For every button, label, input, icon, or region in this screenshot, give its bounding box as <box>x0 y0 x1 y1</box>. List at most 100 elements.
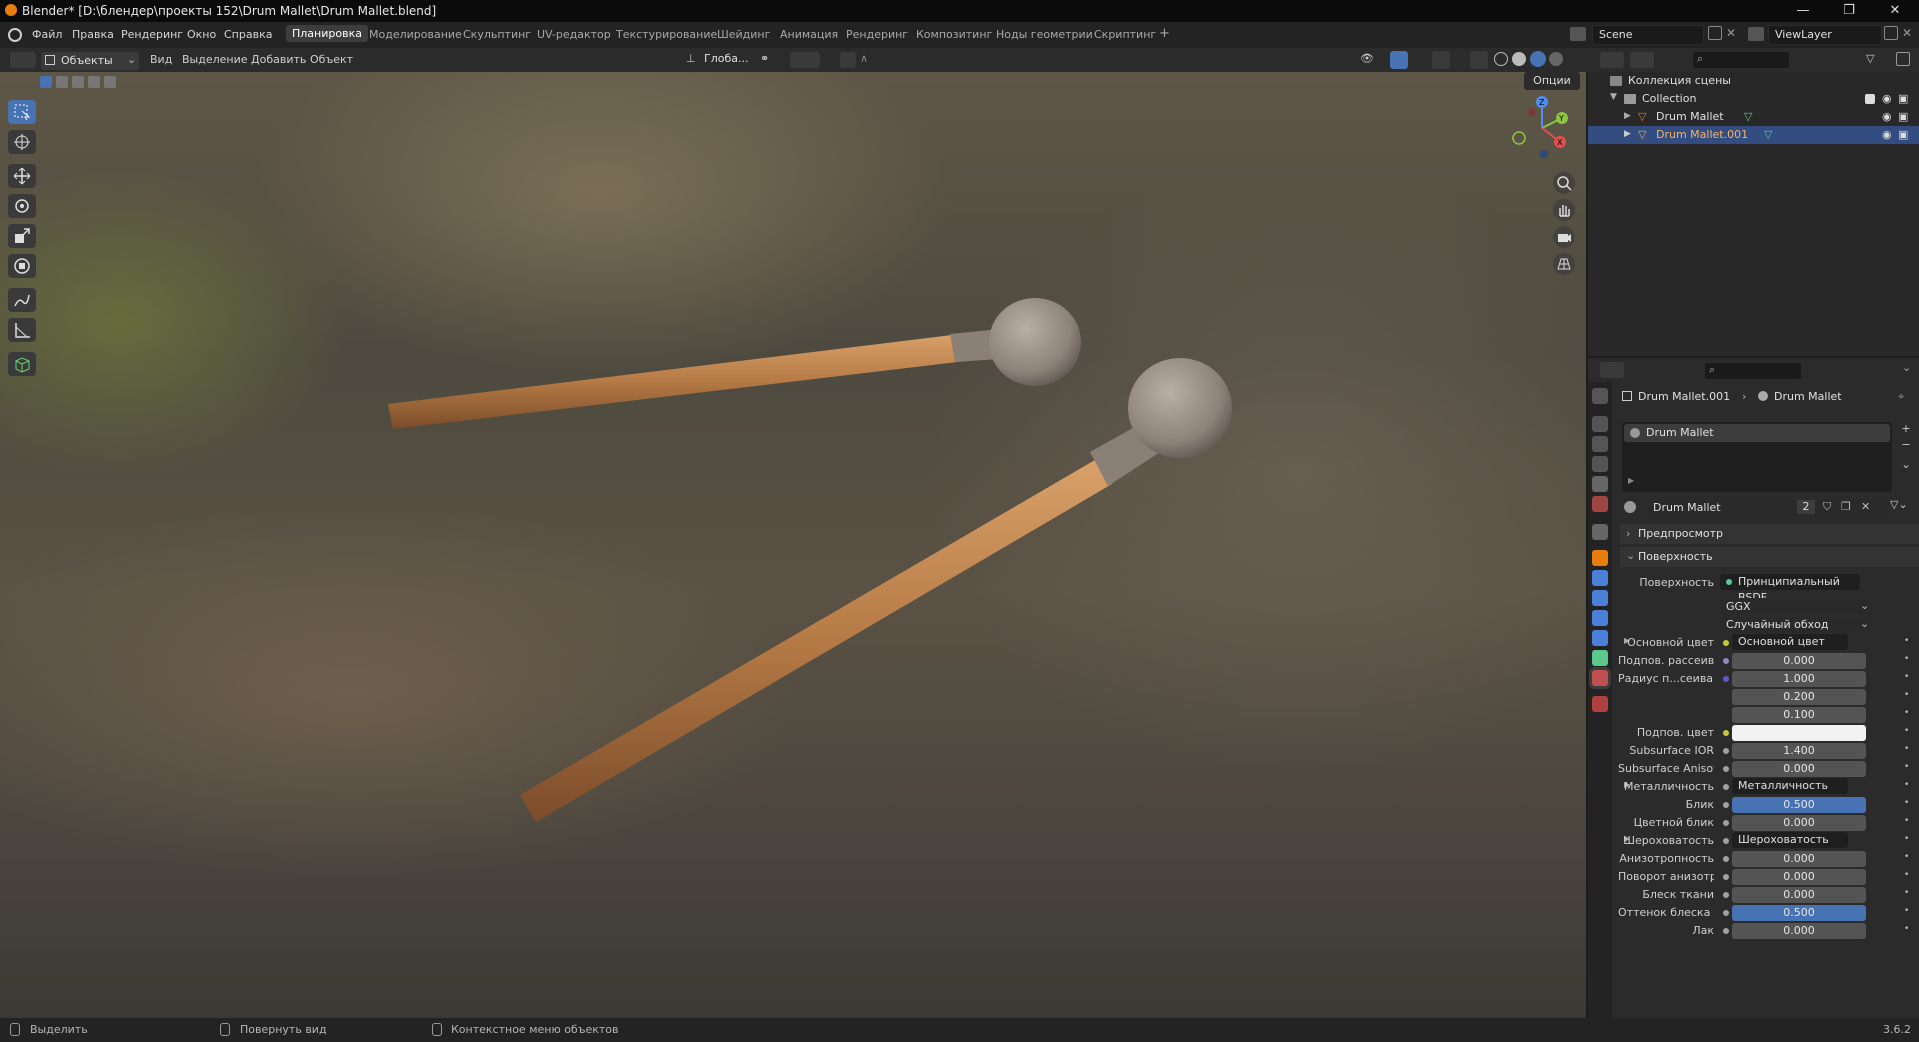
subsurface-method-dropdown[interactable]: Случайный обход ⌄ <box>1719 616 1873 634</box>
tab-layout[interactable]: Планировка <box>286 25 368 42</box>
expand-arrow-icon[interactable]: ▶ <box>1628 476 1634 485</box>
close-button[interactable]: ✕ <box>1872 0 1918 22</box>
user-count[interactable]: 2 <box>1797 500 1815 514</box>
mallet-1[interactable] <box>388 298 1081 429</box>
keyframe-icon[interactable]: • <box>1904 924 1909 934</box>
pivot-point-icon[interactable]: ⚭ <box>760 52 782 68</box>
socket-icon[interactable] <box>1723 730 1729 736</box>
chevron-down-icon[interactable]: ⌄ <box>1902 361 1911 374</box>
snap-toggle[interactable] <box>790 52 820 68</box>
eye-icon[interactable]: ◉ <box>1882 110 1892 123</box>
unlink-material-icon[interactable]: ✕ <box>1861 500 1870 513</box>
socket-icon[interactable] <box>1723 784 1729 790</box>
material-tab-icon[interactable] <box>1592 670 1608 686</box>
numeric-field[interactable]: 1.000 <box>1732 671 1866 687</box>
socket-icon[interactable] <box>1723 802 1729 808</box>
gizmo-toggle[interactable] <box>1390 51 1408 69</box>
expand-arrow-icon[interactable]: ▼ <box>1610 92 1617 102</box>
link-mode-icon[interactable]: ▽⌄ <box>1890 498 1914 516</box>
socket-icon[interactable] <box>1723 676 1729 682</box>
outliner-row-object[interactable]: ▶ ▽ Drum Mallet ▽ ◉ ▣ <box>1588 108 1919 126</box>
camera-icon[interactable]: ▣ <box>1898 128 1908 141</box>
collection-tab-icon[interactable] <box>1592 524 1608 540</box>
socket-icon[interactable] <box>1723 892 1729 898</box>
minimize-button[interactable]: — <box>1780 0 1826 22</box>
solid-shading-icon[interactable] <box>1512 52 1526 66</box>
socket-icon[interactable] <box>1723 838 1729 844</box>
tab-shading[interactable]: Шейдинг <box>717 28 770 41</box>
delete-scene-icon[interactable]: ✕ <box>1726 26 1740 40</box>
numeric-field[interactable]: 0.000 <box>1732 887 1866 903</box>
pan-hand-icon[interactable] <box>1553 199 1575 221</box>
tab-compositing[interactable]: Композитинг <box>916 28 992 41</box>
numeric-field[interactable]: 0.000 <box>1732 815 1866 831</box>
filter-icon[interactable]: ▽ <box>1866 52 1890 68</box>
numeric-field[interactable]: 0.000 <box>1732 869 1866 885</box>
socket-icon[interactable] <box>1723 658 1729 664</box>
keyframe-icon[interactable]: • <box>1904 726 1909 736</box>
tab-geometry-nodes[interactable]: Ноды геометрии <box>996 28 1093 41</box>
socket-icon[interactable] <box>1723 766 1729 772</box>
tab-animation[interactable]: Анимация <box>780 28 838 41</box>
outliner-row-scene-collection[interactable]: Коллекция сцены <box>1588 72 1919 90</box>
socket-icon[interactable] <box>1723 928 1729 934</box>
eye-icon[interactable]: ◉ <box>1882 92 1892 105</box>
numeric-field[interactable]: 0.000 <box>1732 761 1866 777</box>
mesh-data-icon[interactable]: ▽ <box>1744 110 1752 123</box>
wireframe-shading-icon[interactable] <box>1494 52 1508 66</box>
material-name-field[interactable]: Drum Mallet 2 ⛉ ❐ ✕ <box>1646 498 1886 518</box>
numeric-field[interactable]: 0.000 <box>1732 923 1866 939</box>
color-swatch[interactable] <box>1732 725 1866 741</box>
proportional-editing-icon[interactable] <box>840 52 856 68</box>
menu-help[interactable]: Справка <box>224 28 272 41</box>
scene-selector[interactable]: Scene <box>1592 25 1704 45</box>
numeric-field[interactable]: 0.500 <box>1732 797 1866 813</box>
3d-viewport[interactable]: Опции Y X Z <box>0 72 1586 1018</box>
socket-icon[interactable] <box>1723 910 1729 916</box>
linked-node-field[interactable]: Металличность <box>1732 778 1848 794</box>
transform-orientation[interactable]: ⊥ Глоба... <box>686 52 748 68</box>
data-tab-icon[interactable] <box>1592 650 1608 666</box>
render-tab-icon[interactable] <box>1592 416 1608 432</box>
keyframe-icon[interactable]: • <box>1904 762 1909 772</box>
mallet-2-selected[interactable] <box>520 358 1232 822</box>
slot-menu-button[interactable]: ⌄ <box>1898 458 1914 474</box>
world-tab-icon[interactable] <box>1592 496 1608 512</box>
socket-icon[interactable] <box>1723 820 1729 826</box>
add-slot-button[interactable]: + <box>1898 422 1914 438</box>
keyframe-icon[interactable]: • <box>1904 906 1909 916</box>
menu-window[interactable]: Окно <box>187 28 216 41</box>
scene-tab-icon[interactable] <box>1592 476 1608 492</box>
blender-menu-icon[interactable] <box>8 28 22 42</box>
menu-view[interactable]: Вид <box>150 53 172 66</box>
keyframe-icon[interactable]: • <box>1904 654 1909 664</box>
keyframe-icon[interactable]: • <box>1904 834 1909 844</box>
socket-icon[interactable] <box>1723 856 1729 862</box>
tab-texture-paint[interactable]: Текстурирование <box>616 28 717 41</box>
editor-type-icon[interactable] <box>10 52 36 68</box>
duplicate-material-icon[interactable]: ❐ <box>1841 500 1851 513</box>
physics-tab-icon[interactable] <box>1592 610 1608 626</box>
view-layer-selector[interactable]: ViewLayer <box>1768 25 1882 45</box>
menu-add[interactable]: Добавить <box>251 53 306 66</box>
particles-tab-icon[interactable] <box>1592 590 1608 606</box>
visibility-icon[interactable]: 👁 <box>1360 52 1384 68</box>
perspective-grid-icon[interactable] <box>1553 253 1575 275</box>
delete-view-layer-icon[interactable]: ✕ <box>1902 26 1916 40</box>
eye-icon[interactable]: ◉ <box>1882 128 1892 141</box>
add-workspace-button[interactable]: + <box>1159 26 1170 41</box>
menu-select[interactable]: Выделение <box>182 53 248 66</box>
zoom-icon[interactable] <box>1553 172 1575 194</box>
numeric-field[interactable]: 0.000 <box>1732 653 1866 669</box>
mode-selector[interactable]: Объекты ⌄ <box>40 51 140 71</box>
overlay-toggle[interactable] <box>1432 51 1450 69</box>
outliner-row-collection[interactable]: ▼ Collection ◉ ▣ <box>1588 90 1919 108</box>
new-collection-icon[interactable] <box>1896 52 1910 66</box>
linked-node-field[interactable]: Основной цвет <box>1732 634 1848 650</box>
keyframe-icon[interactable]: • <box>1904 672 1909 682</box>
numeric-field[interactable]: 0.000 <box>1732 851 1866 867</box>
new-scene-icon[interactable] <box>1708 26 1722 40</box>
linked-node-field[interactable]: Шероховатость <box>1732 832 1848 848</box>
numeric-field[interactable]: 0.500 <box>1732 905 1866 921</box>
numeric-field[interactable]: 0.200 <box>1732 689 1866 705</box>
